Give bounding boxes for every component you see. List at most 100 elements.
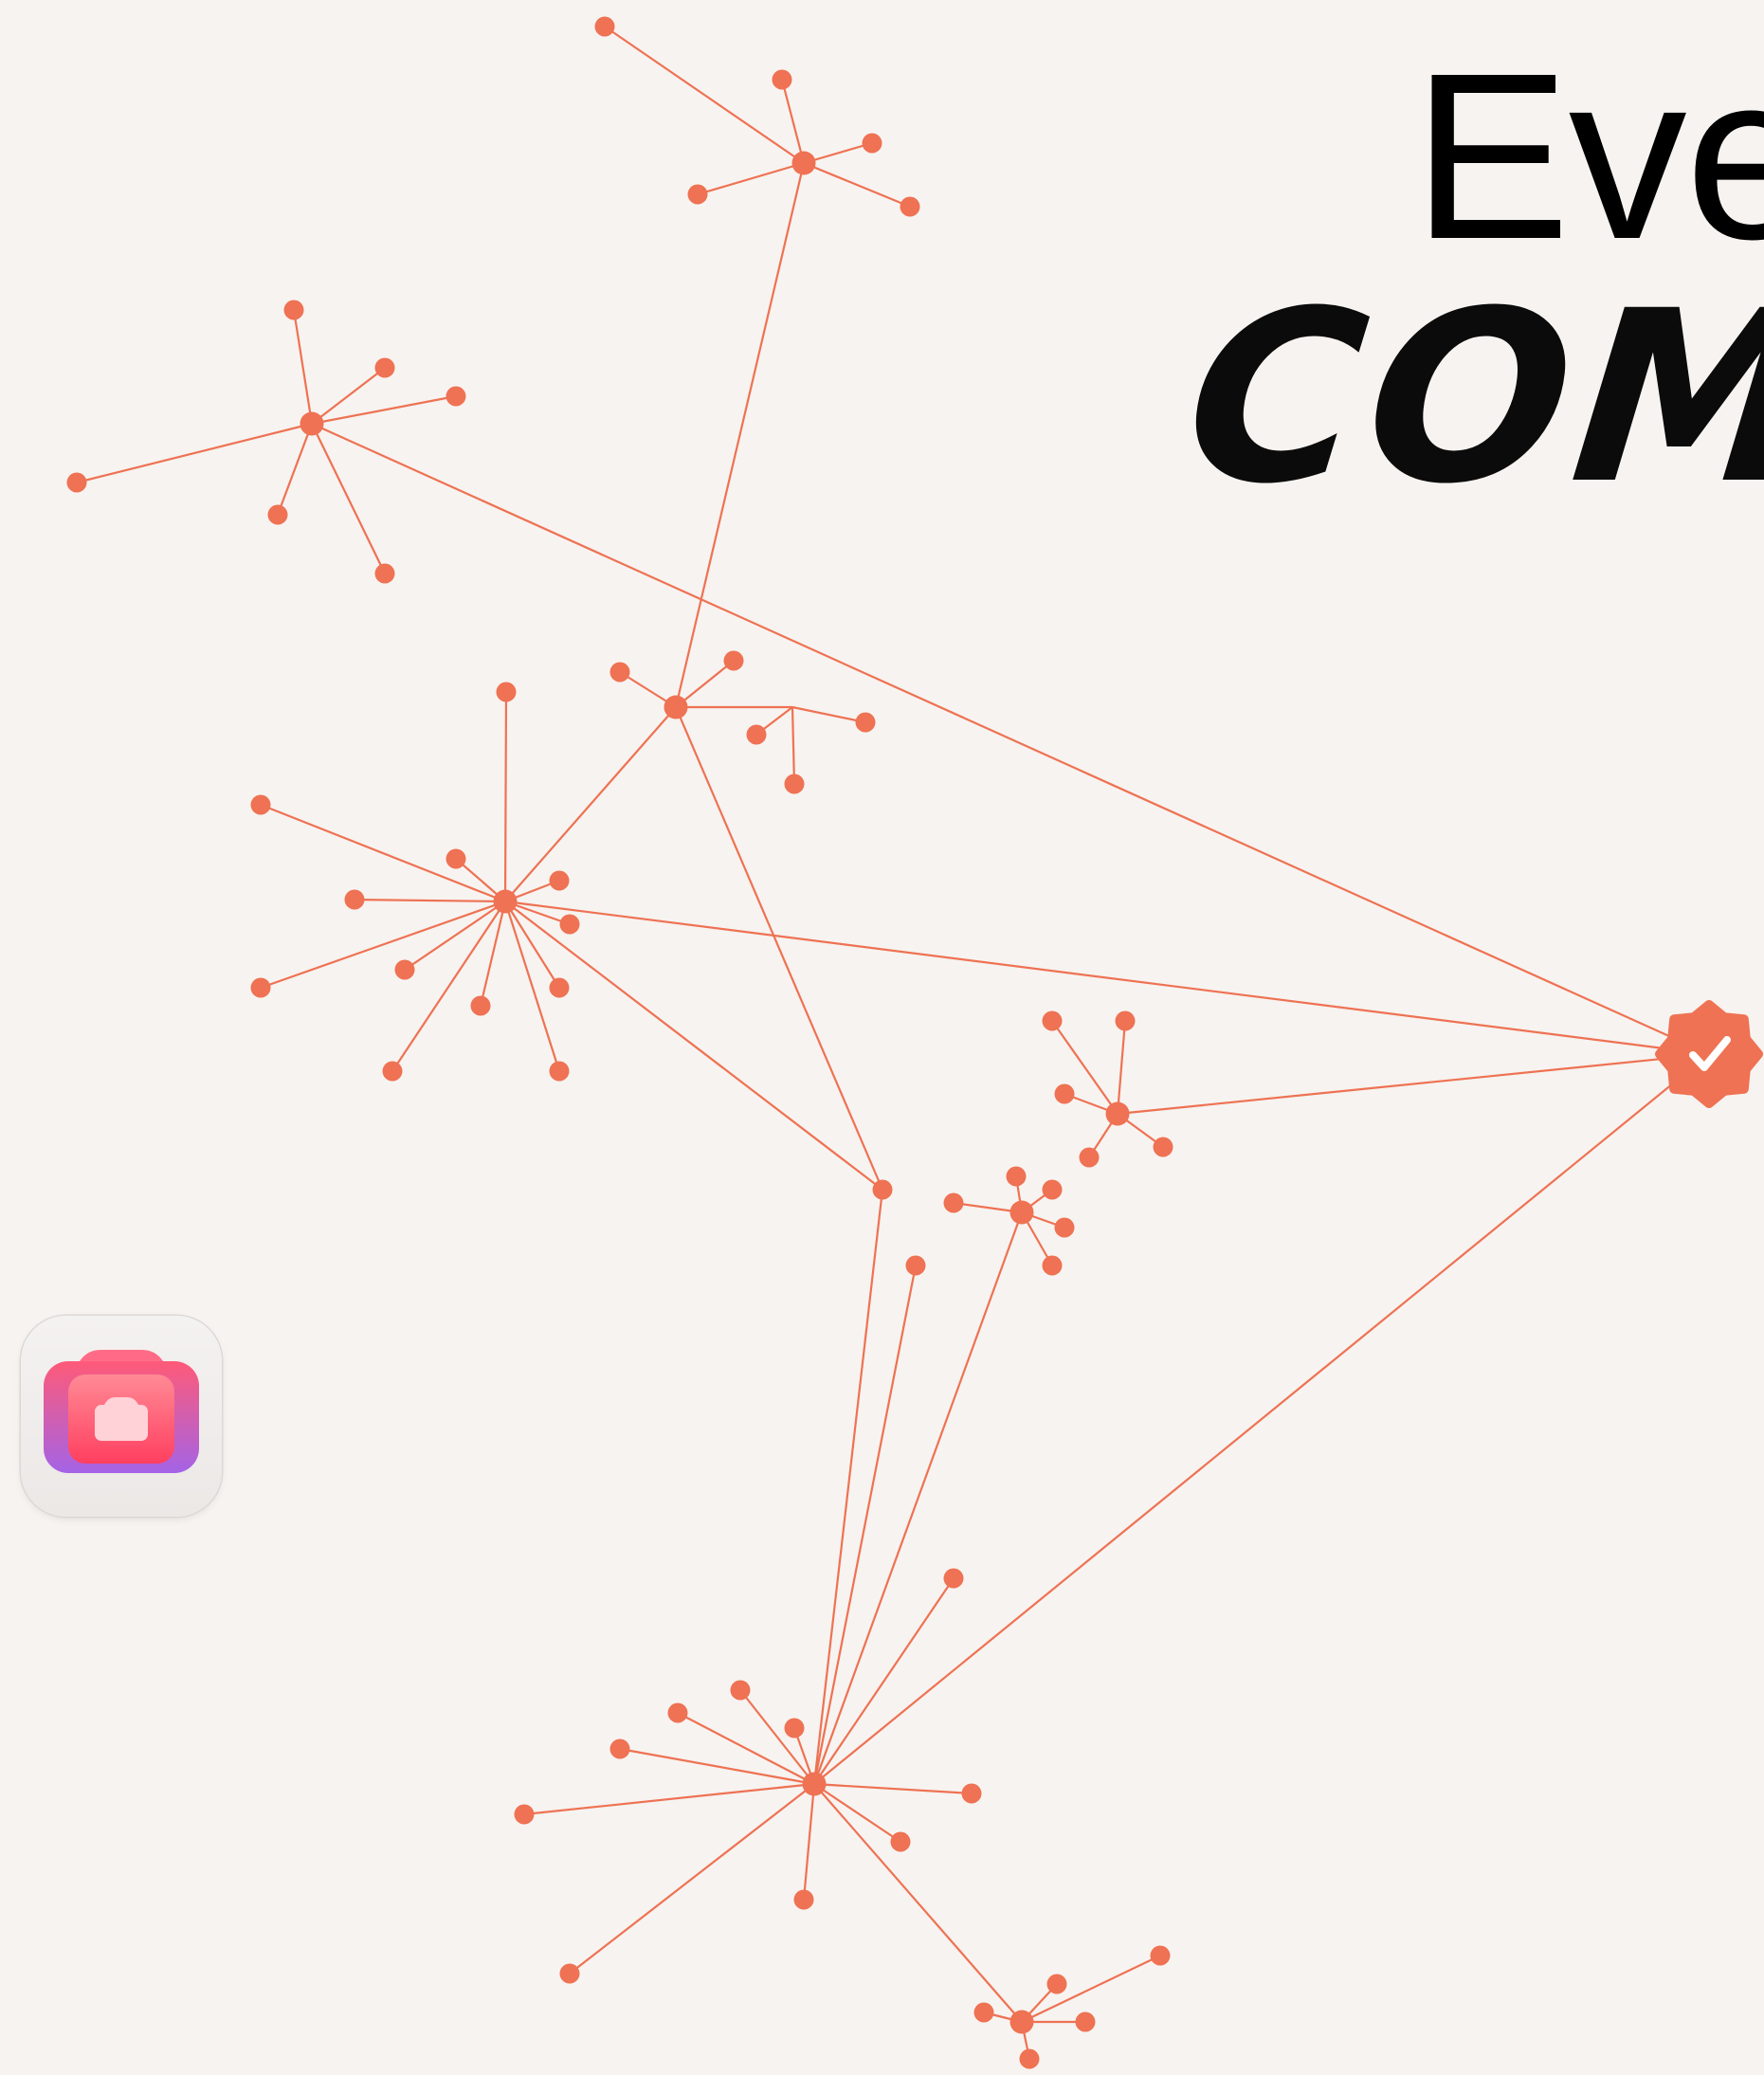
graph-edge [802,1783,816,1901]
graph-node [862,133,882,154]
graph-edge [504,900,1710,1056]
graph-node [559,1963,580,1984]
graph-node [1042,1255,1063,1276]
graph-node [344,889,365,910]
graph-node [943,1568,964,1589]
graph-edge [813,1053,1710,1785]
graph-node [784,774,805,794]
graph-node [559,914,580,935]
graph-edge [813,1783,1023,2023]
graph-node [1075,2011,1096,2032]
graph-node [1115,1010,1136,1031]
graph-node [1054,1083,1075,1104]
camera-icon [44,1350,199,1473]
graph-node [1006,1166,1027,1187]
graph-node [283,300,304,320]
graph-node [730,1680,751,1701]
camera-app-icon[interactable] [21,1316,222,1517]
graph-node [374,357,395,378]
graph-edge [260,900,506,990]
graph-node [250,794,271,815]
graph-node [687,184,708,205]
graph-node [609,1738,630,1759]
graph-node [943,1192,964,1213]
graph-edge [697,161,805,196]
graph-edge [391,901,506,1072]
graph-hub-node [664,695,688,719]
headline: Eve [1412,24,1764,288]
graph-edge [674,162,806,708]
graph-edge [311,423,386,574]
graph-node [1046,1974,1067,1994]
graph-node [250,977,271,998]
graph-node [667,1702,688,1723]
graph-edge [523,1782,815,1816]
graph-node [1150,1945,1171,1966]
graph-hub-node [493,889,518,914]
graph-node [900,196,920,217]
graph-edge [354,898,506,903]
graph-node [855,712,876,733]
graph-node [549,977,570,998]
graph-edge [791,706,796,785]
graph-node [66,472,87,493]
graph-node [1153,1137,1173,1157]
graph-node [746,724,767,745]
graph-edge [504,901,560,989]
graph-edge [76,422,313,484]
graph-node [723,650,744,671]
subheadline: COMP [1174,260,1764,536]
graph-edge [619,1747,815,1786]
graph-node [872,1179,893,1200]
graph-edge [569,1783,815,1975]
graph-node [446,386,466,407]
graph-edge [479,901,507,1007]
graph-edge [404,901,506,971]
graph-node [1019,2048,1040,2069]
graph-node [496,682,517,702]
graph-node [549,870,570,891]
graph-node [514,1804,535,1825]
graph-edge [1021,1955,1161,2023]
graph-hub-node [791,151,816,175]
graph-edge [1116,1020,1127,1115]
graph-node [890,1831,911,1852]
graph-node [1042,1179,1063,1200]
graph-edge [311,367,386,425]
graph-node [793,1889,814,1910]
graph-node [784,1718,805,1738]
graph-edge [604,26,805,164]
graph-edge [504,706,677,902]
graph-hub-node [300,411,324,436]
graph-node [1042,1010,1063,1031]
graph-edge [311,394,457,426]
graph-edge [813,1782,973,1795]
graph-node [594,16,615,37]
graph-node [1054,1217,1075,1238]
verified-badge-icon [1655,1000,1763,1108]
node-group [66,16,1173,2069]
graph-edge [276,423,314,516]
graph-hub-node [1105,1101,1130,1126]
graph-edge [674,706,884,1191]
graph-edge [504,901,883,1191]
graph-node [382,1061,403,1082]
graph-node [1079,1147,1100,1168]
graph-node [446,848,466,869]
graph-node [905,1255,926,1276]
graph-edge [503,691,508,902]
graph-node [609,662,630,683]
graph-node [267,504,288,525]
graph-node [549,1061,570,1082]
graph-node [374,563,395,584]
graph-edge [292,309,314,425]
graph-edge [739,1689,815,1785]
graph-hub-node [1009,1200,1034,1225]
graph-hub-node [802,1772,827,1796]
graph-node [772,69,792,90]
graph-edge [260,803,506,903]
graph-node [973,2002,994,2023]
graph-hub-node [1009,2010,1034,2034]
graph-node [470,995,491,1016]
graph-edge [791,705,866,724]
